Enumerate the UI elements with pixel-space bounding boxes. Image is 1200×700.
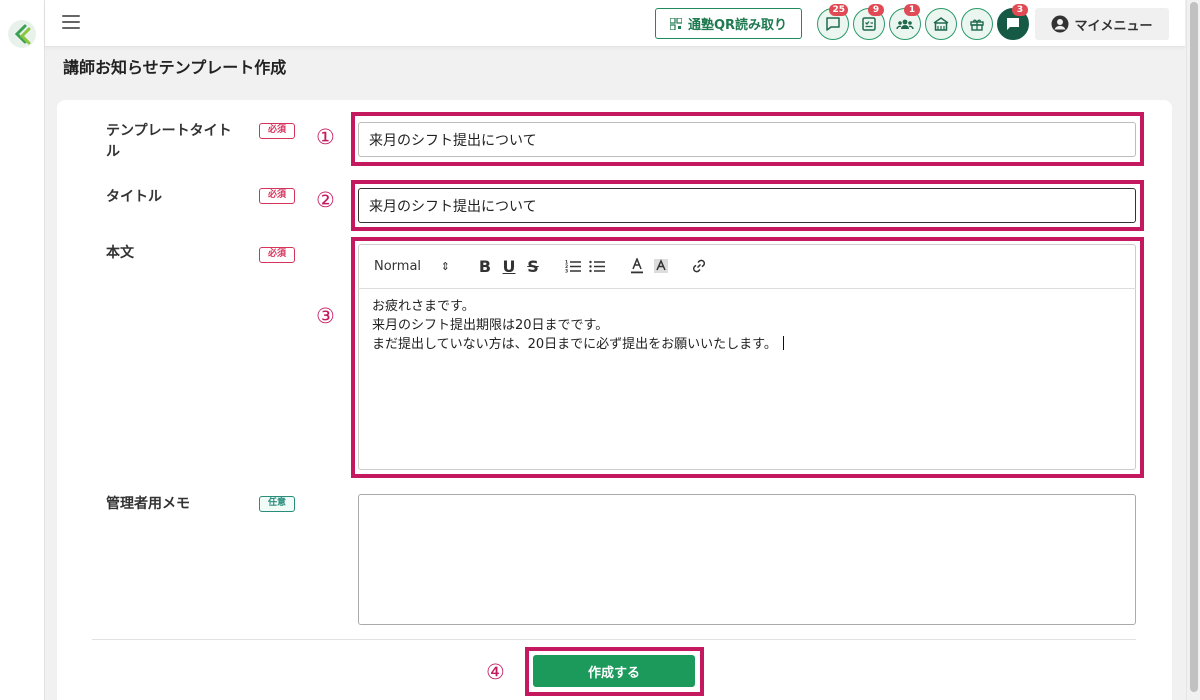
strikethrough-icon[interactable]: S (524, 256, 542, 276)
users-button[interactable]: 1 (889, 4, 921, 40)
scrollbar-thumb[interactable] (1190, 2, 1198, 692)
memo-textarea[interactable] (358, 494, 1136, 625)
tasks-button[interactable]: 9 (853, 4, 885, 40)
text-caret (782, 336, 784, 350)
title-label: タイトル (106, 189, 162, 205)
checklist-icon (862, 17, 876, 31)
page-scrollbar[interactable] (1186, 0, 1200, 700)
bold-icon[interactable]: B (476, 256, 494, 276)
qr-scan-label: 通塾QR読み取り (687, 18, 788, 33)
form-divider (92, 639, 1136, 640)
qr-scan-button[interactable]: 通塾QR読み取り (655, 8, 802, 39)
annotation-marker-1: ① (316, 125, 335, 149)
underline-icon[interactable]: U (500, 256, 518, 276)
template-title-label-line1: テンプレートタイト (106, 123, 232, 139)
qr-code-icon (669, 17, 682, 30)
app-logo[interactable] (8, 20, 36, 48)
format-select[interactable]: Normal ⇕ (374, 259, 450, 274)
users-badge: 1 (904, 4, 920, 16)
annotation-marker-3: ③ (316, 304, 335, 328)
text-color-icon[interactable] (628, 256, 646, 276)
body-editor-content[interactable]: お疲れさまです。 来月のシフト提出期限は20日までです。 まだ提出していない方は… (372, 297, 1122, 354)
message-icon (826, 17, 840, 31)
svg-text:3: 3 (565, 269, 568, 274)
select-arrows-icon: ⇕ (440, 259, 450, 273)
optional-tag: 任意 (259, 496, 295, 512)
bullet-list-icon[interactable] (588, 256, 606, 276)
messages-badge: 25 (829, 4, 848, 16)
school-button[interactable] (925, 8, 957, 40)
group-icon (896, 19, 914, 30)
template-title-label-line2: ル (106, 144, 120, 160)
create-button[interactable]: 作成する (533, 655, 695, 687)
user-circle-icon (1051, 15, 1069, 33)
chat-icon (1007, 18, 1019, 30)
tasks-badge: 9 (868, 4, 884, 16)
body-label: 本文 (106, 245, 134, 261)
ordered-list-icon[interactable]: 123 (564, 256, 582, 276)
memo-label: 管理者用メモ (106, 496, 190, 512)
title-input[interactable]: 来月のシフト提出について (358, 188, 1136, 223)
hamburger-menu-icon[interactable] (62, 15, 80, 29)
page-title: 講師お知らせテンプレート作成 (63, 58, 287, 77)
template-title-label: テンプレートタイト ル (106, 121, 232, 163)
logo-icon (9, 21, 35, 47)
school-icon (933, 17, 949, 31)
messages-button[interactable]: 25 (817, 4, 849, 40)
my-menu-label: マイメニュー (1074, 18, 1153, 34)
chat-badge: 3 (1012, 4, 1028, 16)
required-tag: 必須 (259, 247, 295, 263)
left-rail (0, 0, 45, 700)
body-line-3: まだ提出していない方は、20日までに必ず提出をお願いいたします。 (372, 335, 1122, 354)
gift-icon (970, 19, 984, 31)
required-tag: 必須 (259, 188, 295, 204)
annotation-marker-4: ④ (486, 660, 505, 684)
my-menu-button[interactable]: マイメニュー (1035, 8, 1169, 40)
body-line-3-text: まだ提出していない方は、20日までに必ず提出をお願いいたします。 (372, 337, 777, 352)
annotation-marker-2: ② (316, 188, 335, 212)
body-line-2: 来月のシフト提出期限は20日までです。 (372, 318, 609, 333)
top-bar: 通塾QR読み取り 25 9 1 3 マイメニュー (45, 0, 1185, 47)
template-title-input[interactable]: 来月のシフト提出について (358, 122, 1136, 157)
body-line-1: お疲れさまです。 (372, 299, 475, 314)
editor-toolbar: Normal ⇕ B U S 123 (358, 244, 1136, 289)
gift-button[interactable] (961, 8, 993, 40)
highlight-color-icon[interactable] (652, 256, 670, 276)
required-tag: 必須 (259, 123, 295, 139)
chat-button[interactable]: 3 (997, 4, 1029, 40)
link-icon[interactable] (690, 256, 708, 276)
format-select-value: Normal (374, 258, 422, 274)
